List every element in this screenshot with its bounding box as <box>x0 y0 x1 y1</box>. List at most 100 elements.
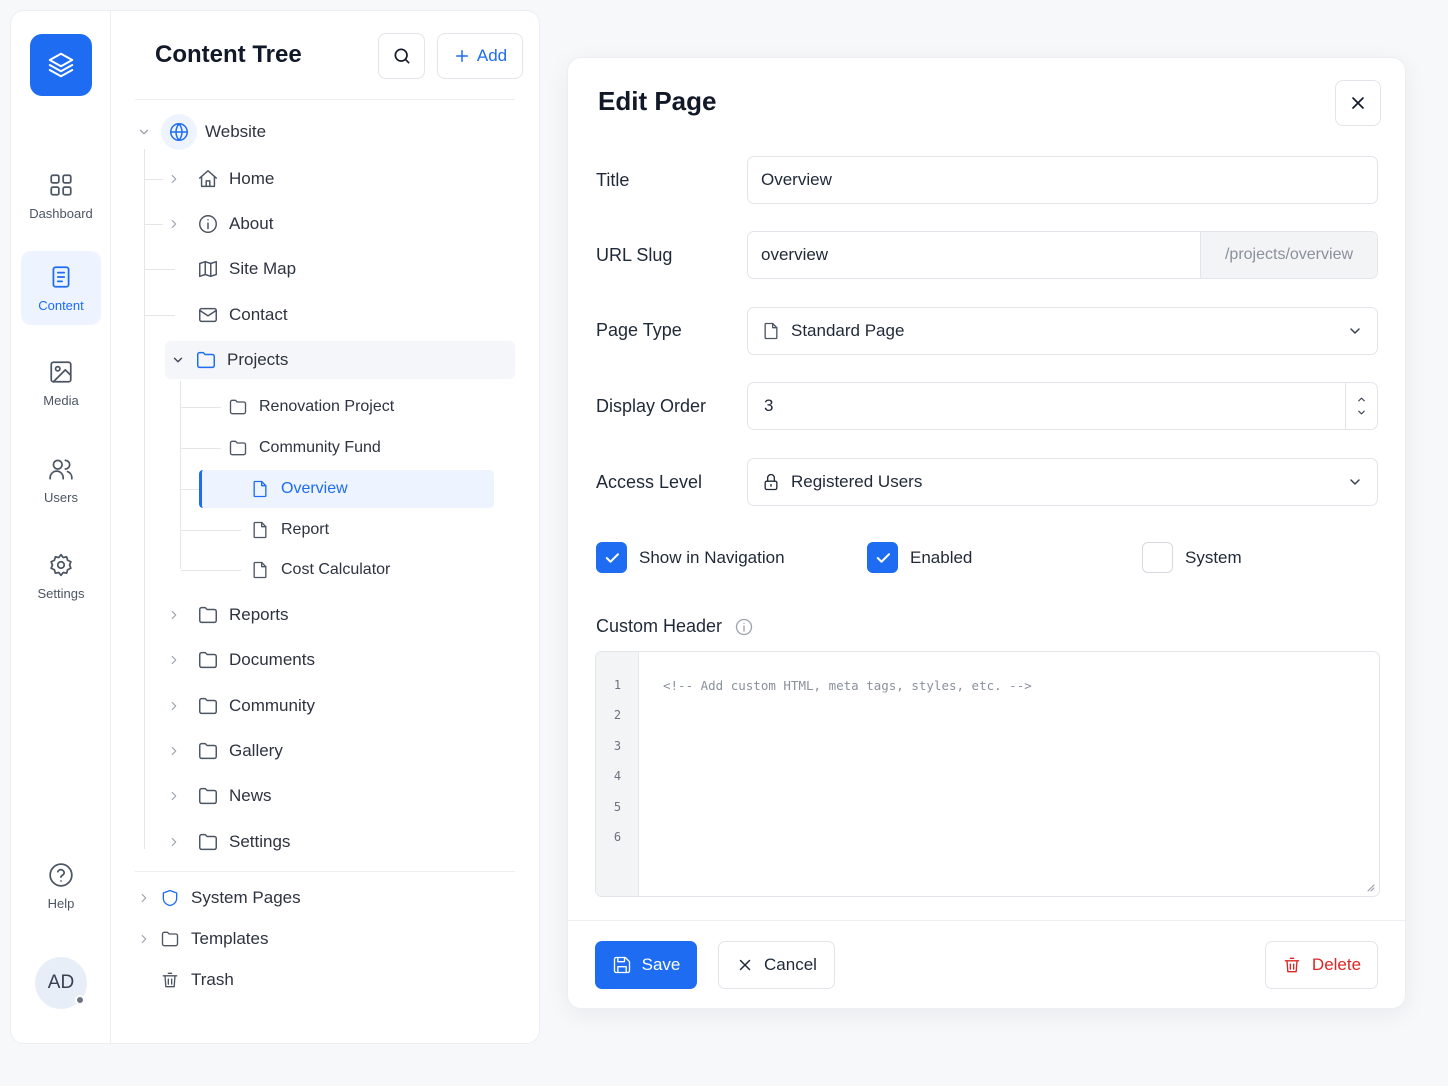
close-icon <box>739 959 751 971</box>
nav-media-label: Media <box>43 392 79 408</box>
chevron-right-icon[interactable] <box>163 744 185 758</box>
page-type-select[interactable]: Standard Page <box>747 307 1378 355</box>
chevron-right-icon[interactable] <box>163 217 185 231</box>
save-button-label: Save <box>641 955 681 974</box>
slug-value: overview <box>761 245 829 264</box>
slug-field[interactable]: overview /projects/overview <box>747 231 1378 279</box>
chevron-down-icon[interactable] <box>133 125 155 139</box>
display-order-stepper[interactable]: 3 <box>747 382 1378 430</box>
nav-media[interactable]: Media <box>21 346 101 420</box>
checkbox-box[interactable] <box>1142 542 1173 573</box>
tree-item-settings[interactable]: Settings <box>163 823 290 861</box>
search-icon <box>394 48 409 64</box>
code-editor[interactable]: 1 2 3 4 5 6 <!-- Add custom HTML, meta t… <box>595 651 1380 897</box>
checkbox-box[interactable] <box>867 542 898 573</box>
tree-item-community[interactable]: Community <box>163 687 315 725</box>
info-icon[interactable] <box>734 617 754 637</box>
checkbox-box[interactable] <box>596 542 627 573</box>
cancel-button[interactable]: Cancel <box>718 941 835 989</box>
chevron-up-icon[interactable] <box>1356 394 1367 405</box>
show-in-navigation-checkbox[interactable]: Show in Navigation <box>596 542 785 573</box>
tree-item-templates[interactable]: Templates <box>133 920 268 958</box>
file-icon <box>249 479 271 499</box>
chevron-right-icon[interactable] <box>163 653 185 667</box>
map-icon <box>197 258 219 280</box>
tree-item-gallery[interactable]: Gallery <box>163 732 283 770</box>
tree-line <box>180 381 181 569</box>
nav-users[interactable]: Users <box>21 443 101 517</box>
line-number: 5 <box>613 800 622 814</box>
tree-item-about[interactable]: About <box>163 205 273 243</box>
tree-item-label: System Pages <box>191 888 301 907</box>
chevron-right-icon[interactable] <box>163 699 185 713</box>
delete-button[interactable]: Delete <box>1265 941 1378 989</box>
system-checkbox[interactable]: System <box>1142 542 1242 573</box>
tree-item-cost-calculator[interactable]: Cost Calculator <box>249 551 390 589</box>
nav-content[interactable]: Content <box>21 251 101 325</box>
add-button[interactable]: Add <box>437 33 523 79</box>
checkbox-label: System <box>1185 547 1242 567</box>
panel-title: Content Tree <box>155 41 302 68</box>
tree-item-contact[interactable]: Contact <box>197 296 288 334</box>
tree-item-report[interactable]: Report <box>249 511 329 549</box>
access-level-label: Access Level <box>596 472 703 492</box>
folder-icon <box>197 695 219 717</box>
chevron-right-icon[interactable] <box>133 891 155 905</box>
save-button[interactable]: Save <box>595 941 697 989</box>
chevron-right-icon[interactable] <box>133 932 155 946</box>
tree-item-documents[interactable]: Documents <box>163 641 315 679</box>
tree-item-reports[interactable]: Reports <box>163 596 289 634</box>
search-button[interactable] <box>378 33 425 79</box>
image-icon <box>50 360 72 383</box>
line-gutter: 1 2 3 4 5 6 <box>596 652 639 896</box>
tree-item-home[interactable]: Home <box>163 160 274 198</box>
line-number: 1 <box>613 678 622 692</box>
shield-icon <box>159 888 181 908</box>
page-type-label: Page Type <box>596 320 682 340</box>
title-field[interactable]: Overview <box>747 156 1378 204</box>
chevron-down-icon <box>1347 474 1363 490</box>
tree-item-website[interactable]: Website <box>133 113 266 151</box>
display-order-value: 3 <box>764 396 774 415</box>
display-order-label: Display Order <box>596 396 707 416</box>
chevron-down-icon[interactable] <box>167 353 189 367</box>
access-level-select[interactable]: Registered Users <box>747 458 1378 506</box>
tree-item-label: Report <box>281 521 330 538</box>
folder-icon <box>227 438 249 458</box>
folder-icon <box>159 929 181 949</box>
tree-line <box>181 570 241 571</box>
divider <box>135 871 515 872</box>
tree-item-renovation[interactable]: Renovation Project <box>227 388 394 426</box>
nav-dashboard[interactable]: Dashboard <box>21 159 101 233</box>
line-number: 2 <box>613 708 622 722</box>
close-button[interactable] <box>1335 80 1381 126</box>
tree-item-community-fund[interactable]: Community Fund <box>227 429 381 467</box>
avatar[interactable]: AD <box>35 957 87 1009</box>
tree-item-projects[interactable]: Projects <box>165 341 515 379</box>
chevron-right-icon[interactable] <box>163 835 185 849</box>
enabled-checkbox[interactable]: Enabled <box>867 542 972 573</box>
home-icon <box>197 168 219 190</box>
chevron-right-icon[interactable] <box>163 172 185 186</box>
tree-item-trash[interactable]: Trash <box>159 961 234 999</box>
nav-rail: Dashboard Content Media Users Settings H… <box>11 11 111 1043</box>
tree-item-system-pages[interactable]: System Pages <box>133 879 301 917</box>
chevron-down-icon <box>1347 323 1363 339</box>
layers-icon <box>48 52 74 78</box>
tree-item-sitemap[interactable]: Site Map <box>197 250 296 288</box>
chevron-right-icon[interactable] <box>163 789 185 803</box>
tree-item-overview[interactable]: Overview <box>199 470 494 508</box>
chevron-right-icon[interactable] <box>163 608 185 622</box>
app-card: Dashboard Content Media Users Settings H… <box>10 10 540 1044</box>
nav-content-label: Content <box>38 297 84 313</box>
tree-item-news[interactable]: News <box>163 777 272 815</box>
resize-grip-icon[interactable] <box>1365 882 1375 892</box>
file-icon <box>761 321 781 341</box>
nav-settings[interactable]: Settings <box>21 539 101 613</box>
chevron-down-icon[interactable] <box>1356 407 1367 418</box>
stepper-arrows[interactable] <box>1345 383 1377 429</box>
folder-icon <box>197 831 219 853</box>
nav-help[interactable]: Help <box>21 849 101 923</box>
plus-icon <box>455 50 468 62</box>
app-logo[interactable] <box>30 34 92 96</box>
